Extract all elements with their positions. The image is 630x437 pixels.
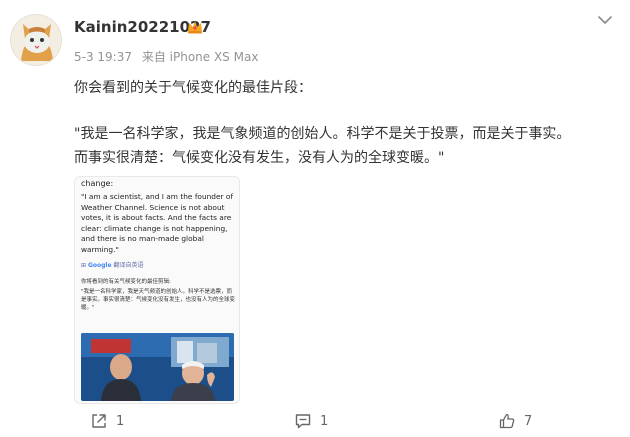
translate-icon: ⊞	[81, 261, 88, 269]
avatar[interactable]	[10, 14, 62, 66]
embed-english-heading: change:	[81, 179, 114, 188]
post-meta: 5-3 19:37 来自 iPhone XS Max	[74, 48, 264, 65]
like-count: 7	[524, 413, 533, 429]
comment-button[interactable]: 1	[294, 410, 328, 432]
comment-icon	[295, 414, 311, 429]
share-button[interactable]: 1	[90, 410, 124, 432]
embed-english-quote: "I am a scientist, and I am the founder …	[81, 192, 234, 254]
post-text-line1: 你会看到的关于气候变化的最佳片段：	[74, 80, 312, 96]
google-translate-label: ⊞ Google 翻译自英语	[81, 262, 237, 270]
embedded-image[interactable]: change: "I am a scientist, and I am the …	[74, 176, 240, 404]
post-text-line2: "我是一名科学家，我是气象频道的创始人。科学不是关于投票，而是关于事实。	[74, 126, 571, 142]
post-text-line3: 而事实很清楚：气候变化没有发生，没有人为的全球变暖。"	[74, 150, 445, 166]
embed-chinese-quote: "我是一名科学家，我是天气频道的创始人。科学不是选票，而是事实。事实很清楚：气候…	[81, 288, 236, 311]
chevron-down-icon[interactable]	[596, 13, 614, 27]
post-source: 来自 iPhone XS Max	[141, 50, 259, 64]
google-label: Google	[87, 261, 112, 269]
comment-count: 1	[320, 413, 329, 429]
thumbs-up-icon	[499, 413, 515, 429]
embed-chinese-heading: 你将看到的有关气候变化的最佳剪辑:	[81, 278, 171, 285]
post-timestamp[interactable]: 5-3 19:37	[74, 50, 132, 64]
video-thumbnail	[81, 333, 234, 401]
translate-label: 翻译自英语	[113, 261, 144, 269]
crown-icon	[188, 21, 202, 34]
share-count: 1	[116, 413, 125, 429]
share-icon	[92, 414, 106, 428]
like-button[interactable]: 7	[498, 410, 532, 432]
